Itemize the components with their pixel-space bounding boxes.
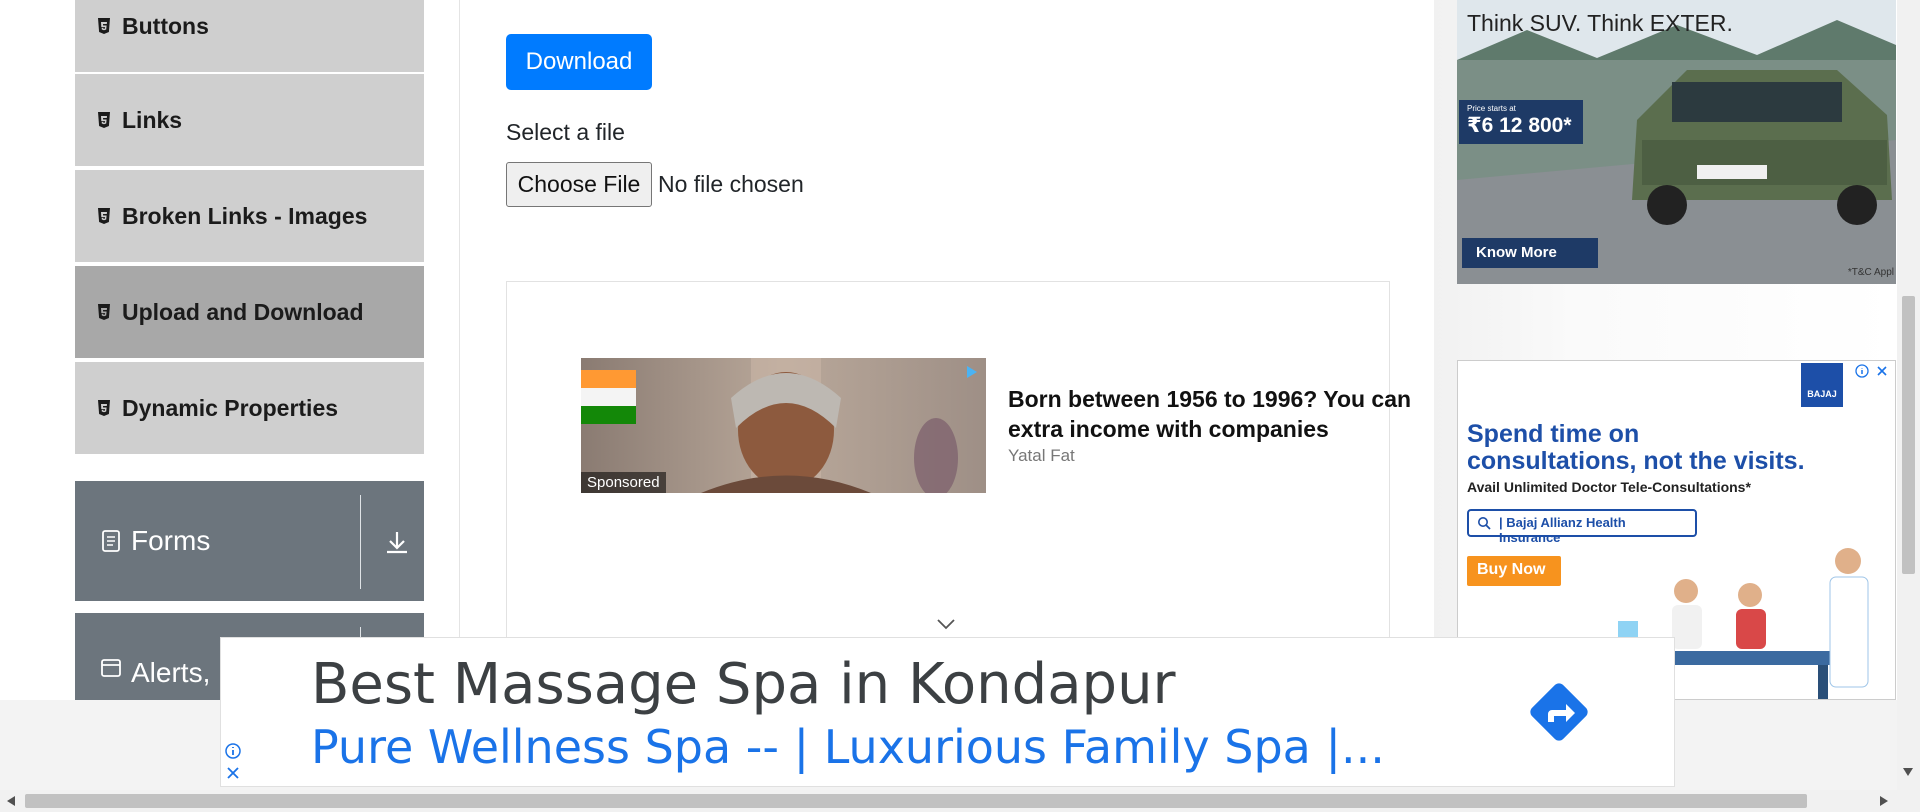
scroll-right-arrow-icon[interactable] [1880, 796, 1888, 806]
bottom-banner-ad[interactable]: Best Massage Spa in Kondapur Pure Wellne… [220, 637, 1675, 787]
sidebar-item-label: Upload and Download [122, 298, 364, 325]
file-input[interactable]: Choose File No file chosen [506, 162, 804, 207]
banner-ad-subtitle[interactable]: Pure Wellness Spa -- | Luxurious Family … [311, 720, 1385, 774]
group-label: Forms [131, 525, 211, 556]
sidebar-item-label: Links [122, 106, 183, 133]
window-icon [101, 659, 121, 677]
html5-icon [98, 399, 110, 416]
sidebar-item-upload-download[interactable]: Upload and Download [75, 266, 424, 360]
sponsored-label: Sponsored [581, 472, 666, 493]
insurance-ad-headline: Spend time on consultations, not the vis… [1467, 420, 1805, 475]
scroll-left-arrow-icon[interactable] [7, 796, 15, 806]
car-ad-price: Price starts at ₹6 12 800* [1459, 100, 1583, 144]
file-status-text: No file chosen [658, 171, 804, 197]
html5-icon [98, 303, 110, 320]
native-ad-headline[interactable]: Born between 1956 to 1996? You can extra… [1008, 384, 1438, 444]
sidebar-item-label: Dynamic Properties [122, 394, 339, 421]
scrollbar-thumb[interactable] [1902, 296, 1915, 574]
horizontal-scrollbar[interactable] [0, 790, 1920, 812]
adchoices-icon[interactable] [964, 364, 980, 380]
form-icon [102, 530, 120, 552]
search-text: | Bajaj Allianz Health Insurance [1499, 515, 1626, 545]
banner-ad-title[interactable]: Best Massage Spa in Kondapur [311, 652, 1176, 717]
info-icon[interactable] [1855, 364, 1869, 378]
sidebar-item-label: Buttons [122, 12, 209, 39]
scrollbar-thumb[interactable] [25, 794, 1807, 808]
choose-file-button[interactable]: Choose File [506, 162, 652, 207]
html5-icon [98, 111, 110, 128]
know-more-button[interactable]: Know More [1462, 238, 1598, 268]
price-value: ₹6 12 800* [1467, 114, 1572, 137]
sidebar-item-links[interactable]: Links [75, 74, 424, 168]
native-ad-source: Yatal Fat [1008, 446, 1075, 465]
directions-arrow-icon[interactable] [1523, 676, 1595, 748]
sidebar-item-broken-links[interactable]: Broken Links - Images [75, 170, 424, 264]
info-icon[interactable] [224, 742, 242, 760]
search-icon [1478, 517, 1491, 530]
close-icon[interactable] [224, 764, 242, 782]
price-note: Price starts at [1467, 104, 1516, 113]
group-label: Alerts, [131, 657, 211, 688]
sidebar-item-dynamic-properties[interactable]: Dynamic Properties [75, 362, 424, 456]
bajaj-logo: BAJAJ [1801, 363, 1843, 407]
divider [360, 495, 361, 589]
sidebar-group-forms[interactable]: Forms [75, 481, 424, 601]
car-ad[interactable]: Think SUV. Think EXTER. Price starts at … [1457, 0, 1896, 284]
scroll-down-arrow-icon[interactable] [1903, 768, 1913, 776]
chevron-down-icon[interactable] [936, 618, 956, 630]
download-arrow-icon[interactable] [384, 529, 410, 555]
html5-icon [98, 17, 110, 34]
sidebar-item-buttons[interactable]: Buttons [75, 0, 424, 74]
close-icon[interactable] [1875, 364, 1889, 378]
select-file-label: Select a file [506, 119, 625, 145]
vertical-scrollbar[interactable] [1897, 0, 1920, 790]
car-ad-tagline: Think SUV. Think EXTER. [1467, 10, 1733, 36]
buy-now-button[interactable]: Buy Now [1467, 556, 1561, 586]
car-ad-terms: *T&C Appl [1847, 267, 1894, 278]
divider [459, 0, 460, 700]
sidebar-item-label: Broken Links - Images [122, 202, 368, 229]
page: Buttons Links Broken Links - Images Uplo… [0, 0, 1920, 812]
download-button[interactable]: Download [506, 34, 652, 90]
native-ad-image[interactable]: Sponsored [581, 358, 986, 493]
html5-icon [98, 207, 110, 224]
